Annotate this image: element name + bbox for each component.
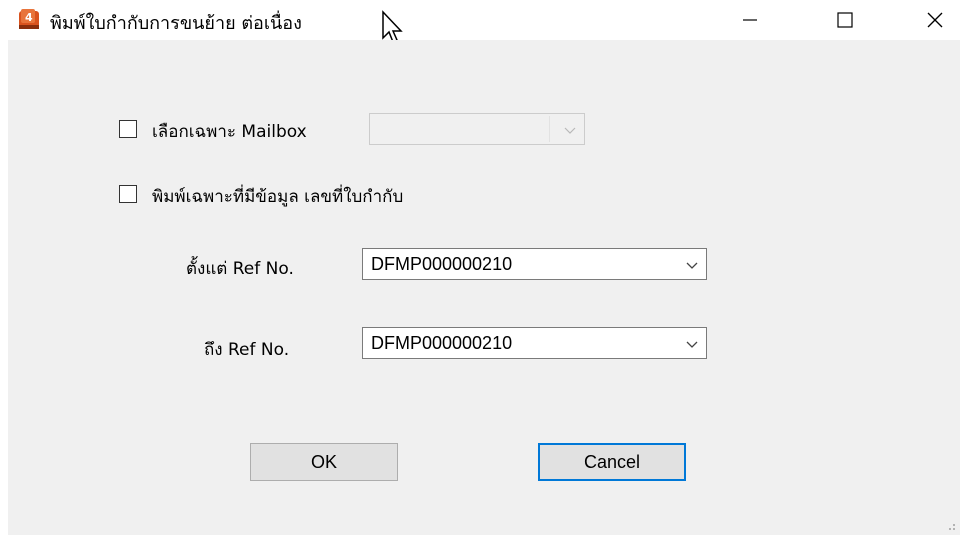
cancel-button[interactable]: Cancel (538, 443, 686, 481)
print-filter-checkbox[interactable] (119, 185, 137, 203)
close-icon (927, 12, 943, 28)
title-bar[interactable]: 4 พิมพ์ใบกำกับการขนย้าย ต่อเนื่อง (0, 0, 968, 44)
resize-grip-icon[interactable] (944, 519, 956, 531)
ref-to-select[interactable]: DFMP000000210 (362, 327, 707, 359)
mailbox-label: เลือกเฉพาะ Mailbox (152, 122, 307, 142)
window-title: พิมพ์ใบกำกับการขนย้าย ต่อเนื่อง (50, 13, 302, 34)
svg-text:4: 4 (25, 11, 33, 24)
ref-from-value: DFMP000000210 (371, 254, 513, 274)
print-filter-label: พิมพ์เฉพาะที่มีข้อมูล เลขที่ใบกำกับ (152, 187, 404, 207)
ref-to-value: DFMP000000210 (371, 333, 513, 353)
combo-divider (549, 116, 550, 142)
chevron-down-icon (686, 262, 698, 269)
minimize-button[interactable] (720, 0, 780, 40)
maximize-button[interactable] (815, 0, 875, 40)
ref-to-label: ถึง Ref No. (204, 340, 290, 360)
mailbox-checkbox[interactable] (119, 120, 137, 138)
dialog-body: เลือกเฉพาะ Mailbox พิมพ์เฉพาะที่มีข้อมูล… (8, 40, 960, 535)
ref-from-select[interactable]: DFMP000000210 (362, 248, 707, 280)
minimize-icon (743, 19, 757, 21)
ref-from-label: ตั้งแต่ Ref No. (186, 259, 294, 279)
chevron-down-icon (564, 127, 576, 134)
close-button[interactable] (905, 0, 965, 40)
chevron-down-icon (686, 341, 698, 348)
ok-button[interactable]: OK (250, 443, 398, 481)
mailbox-select[interactable] (369, 113, 585, 145)
maximize-icon (837, 12, 853, 28)
app-logo-icon: 4 (19, 9, 39, 29)
